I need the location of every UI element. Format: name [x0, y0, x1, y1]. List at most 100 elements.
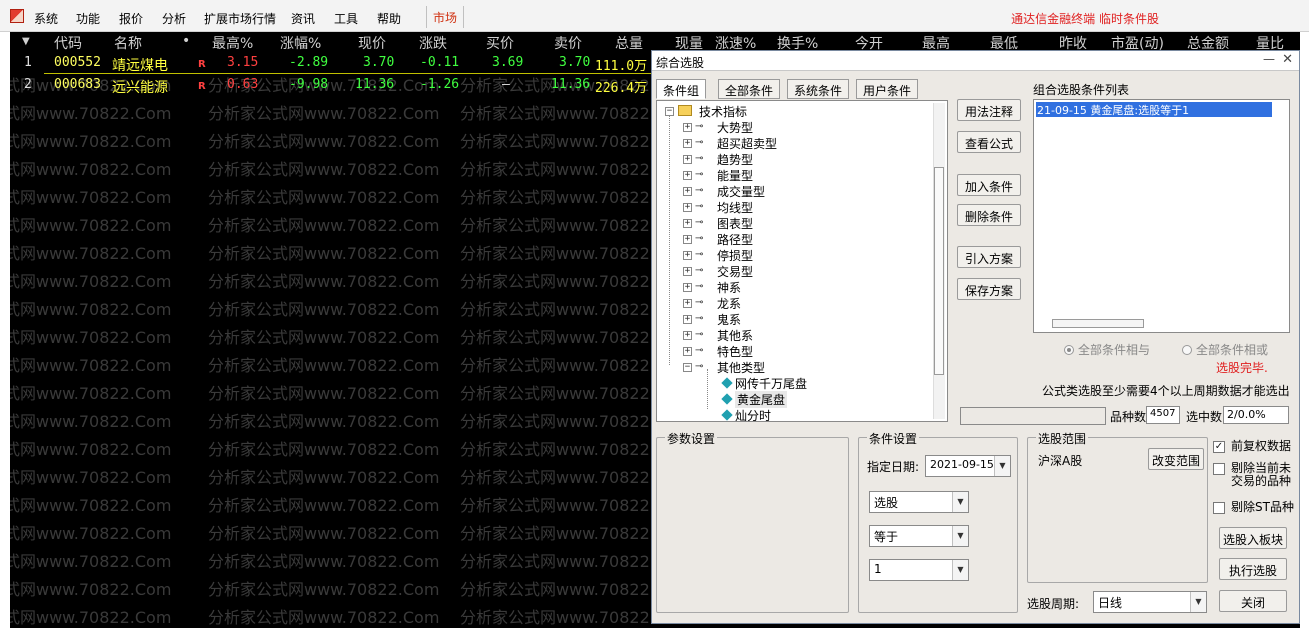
add-condition-button[interactable]: 加入条件	[957, 174, 1021, 196]
condition-field-select[interactable]: 选股 ▼	[869, 491, 969, 513]
tree-group-item[interactable]: 特色型	[717, 343, 753, 360]
tab-condition-group[interactable]: 条件组	[656, 79, 707, 99]
expand-icon[interactable]: +	[683, 347, 692, 356]
tree-group-item[interactable]: 其他类型	[717, 359, 765, 376]
expand-icon[interactable]: +	[683, 251, 692, 260]
tree-group-item[interactable]: 超买超卖型	[717, 135, 777, 152]
col-code[interactable]: 代码	[54, 33, 82, 53]
tree-group-item[interactable]: 鬼系	[717, 311, 741, 328]
date-picker[interactable]: 2021-09-15 ▼	[925, 455, 1011, 477]
dialog-titlebar[interactable]: 综合选股 — ✕	[652, 51, 1299, 71]
view-formula-button[interactable]: 查看公式	[957, 131, 1021, 153]
expand-icon[interactable]: +	[683, 283, 692, 292]
col-ask[interactable]: 卖价	[554, 33, 582, 53]
exclude-untradable-checkbox[interactable]: 剔除当前未交易的品种	[1213, 462, 1299, 490]
tree-group-item[interactable]: 其他系	[717, 327, 753, 344]
menu-tools[interactable]: 工具	[334, 10, 358, 27]
row-index: 2	[24, 77, 32, 92]
menu-help[interactable]: 帮助	[377, 10, 401, 27]
tab-user-conditions[interactable]: 用户条件	[856, 79, 919, 99]
collapse-icon[interactable]: −	[665, 107, 674, 116]
col-bid[interactable]: 买价	[486, 33, 514, 53]
radio-all-and-label: 全部条件相与	[1078, 343, 1151, 357]
expand-icon[interactable]: +	[683, 331, 692, 340]
save-plan-button[interactable]: 保存方案	[957, 278, 1021, 300]
key-icon: ⊸	[695, 313, 704, 324]
menu-quote[interactable]: 报价	[119, 10, 143, 27]
tree-group-item[interactable]: 趋势型	[717, 151, 753, 168]
expand-icon[interactable]: +	[683, 203, 692, 212]
condition-tree[interactable]: − 技术指标 + ⊸ 大势型 + ⊸ 超买超卖型 + ⊸ 趋势型 + ⊸ 能量型 + ⊸ 成交量型 + ⊸ 均线型…	[656, 100, 948, 422]
expand-icon[interactable]: +	[683, 267, 692, 276]
chevron-down-icon[interactable]: ▼	[952, 560, 968, 580]
col-price[interactable]: 现价	[358, 33, 386, 53]
menu-function[interactable]: 功能	[76, 10, 100, 27]
tree-group-item[interactable]: 龙系	[717, 295, 741, 312]
tree-scrollbar-thumb[interactable]	[934, 167, 944, 375]
chevron-down-icon[interactable]: ▼	[952, 526, 968, 546]
condition-list-scrollbar[interactable]	[1052, 319, 1144, 328]
expand-icon[interactable]: +	[683, 155, 692, 164]
pre-rights-checkbox[interactable]: ✓ 前复权数据	[1213, 440, 1299, 454]
condition-list[interactable]: 21-09-15 黄金尾盘:选股等于1	[1033, 99, 1290, 333]
tree-group-item[interactable]: 交易型	[717, 263, 753, 280]
tree-group-item[interactable]: 神系	[717, 279, 741, 296]
exclude-st-checkbox[interactable]: 剔除ST品种	[1213, 501, 1299, 515]
col-dot[interactable]: •	[182, 33, 190, 49]
tree-group-item[interactable]: 成交量型	[717, 183, 765, 200]
tab-system-conditions[interactable]: 系统条件	[787, 79, 850, 99]
tree-leaf-item[interactable]: 网传千万尾盘	[735, 375, 807, 392]
condition-list-item[interactable]: 21-09-15 黄金尾盘:选股等于1	[1036, 102, 1272, 117]
tree-group-item[interactable]: 能量型	[717, 167, 753, 184]
tree-group-item[interactable]: 均线型	[717, 199, 753, 216]
select-to-block-button[interactable]: 选股入板块	[1219, 527, 1287, 549]
expand-icon[interactable]: +	[683, 123, 692, 132]
tree-leaf-item[interactable]: 黄金尾盘	[735, 391, 788, 408]
col-name[interactable]: 名称	[114, 33, 142, 53]
period-select[interactable]: 日线 ▼	[1093, 591, 1207, 613]
col-high-pct[interactable]: 最高%	[212, 33, 253, 53]
usage-note-button[interactable]: 用法注释	[957, 99, 1021, 121]
menu-system[interactable]: 系统	[34, 10, 58, 27]
radio-all-and[interactable]: 全部条件相与	[1064, 341, 1150, 358]
col-change-pct[interactable]: 涨幅%	[280, 33, 321, 53]
close-icon[interactable]: ✕	[1282, 52, 1293, 67]
menu-analysis[interactable]: 分析	[162, 10, 186, 27]
condition-value-select[interactable]: 1 ▼	[869, 559, 969, 581]
minimize-icon[interactable]: —	[1263, 52, 1275, 66]
change-scope-button[interactable]: 改变范围	[1148, 448, 1204, 470]
expand-icon[interactable]: +	[683, 235, 692, 244]
tree-group-item[interactable]: 大势型	[717, 119, 753, 136]
condition-operator-select[interactable]: 等于 ▼	[869, 525, 969, 547]
expand-icon[interactable]: +	[683, 219, 692, 228]
menu-news[interactable]: 资讯	[291, 10, 315, 27]
radio-dot-icon	[1064, 345, 1074, 355]
col-change[interactable]: 涨跌	[419, 33, 447, 53]
chevron-down-icon[interactable]: ▼	[952, 492, 968, 512]
expand-icon[interactable]: +	[683, 315, 692, 324]
import-plan-button[interactable]: 引入方案	[957, 246, 1021, 268]
collapse-icon[interactable]: −	[683, 363, 692, 372]
col-volume[interactable]: 总量	[615, 33, 643, 53]
chevron-down-icon[interactable]: ▼	[1190, 592, 1206, 612]
tree-group-item[interactable]: 路径型	[717, 231, 753, 248]
sort-arrow-icon[interactable]: ▼	[22, 36, 30, 47]
radio-dot-icon	[1182, 345, 1192, 355]
delete-condition-button[interactable]: 删除条件	[957, 204, 1021, 226]
tree-group-item[interactable]: 停损型	[717, 247, 753, 264]
run-selection-button[interactable]: 执行选股	[1219, 558, 1287, 580]
close-button[interactable]: 关闭	[1219, 590, 1287, 612]
tree-group-item[interactable]: 图表型	[717, 215, 753, 232]
tree-root[interactable]: 技术指标	[699, 103, 747, 120]
chevron-down-icon[interactable]: ▼	[994, 456, 1010, 476]
expand-icon[interactable]: +	[683, 171, 692, 180]
menu-extended-market[interactable]: 扩展市场行情	[204, 10, 276, 27]
expand-icon[interactable]: +	[683, 139, 692, 148]
watermark-text: 分析家公式网www.70822.Com	[208, 188, 440, 207]
tree-leaf-item[interactable]: 灿分时	[735, 407, 771, 421]
expand-icon[interactable]: +	[683, 187, 692, 196]
expand-icon[interactable]: +	[683, 299, 692, 308]
radio-all-or[interactable]: 全部条件相或	[1182, 341, 1268, 358]
market-button[interactable]: 市场	[426, 6, 465, 28]
tab-all-conditions[interactable]: 全部条件	[718, 79, 781, 99]
